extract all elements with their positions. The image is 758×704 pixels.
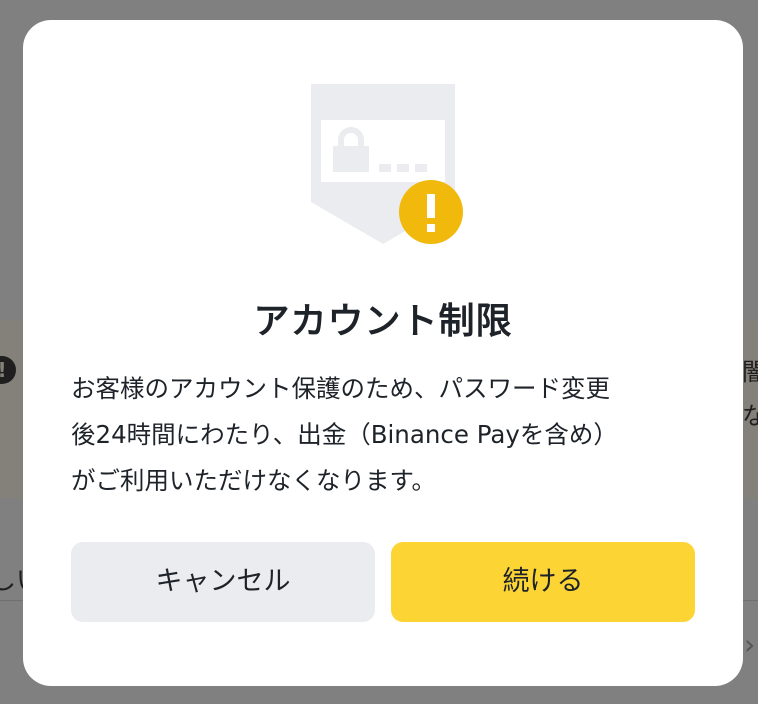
background-text-fragment: な: [742, 402, 758, 430]
dialog-title: アカウント制限: [253, 301, 513, 342]
dialog-message: お客様のアカウント保護のため、パスワード変更 後24時間にわたり、出金（Bina…: [71, 366, 701, 504]
account-restriction-dialog: アカウント制限 お客様のアカウント保護のため、パスワード変更 後24時間にわたり…: [23, 20, 743, 686]
background-text-fragment: 闇: [742, 358, 758, 386]
lock-warning-icon: [311, 84, 463, 244]
page: ! 闇 な しい › アカウント制限 お客様のアカウント保護のため、パスワード変…: [0, 0, 758, 704]
dialog-message-line: 後24時間にわたり、出金（Binance Payを含め）: [71, 420, 618, 449]
continue-button[interactable]: 続ける: [391, 542, 695, 622]
background-chevron-icon: ›: [744, 628, 756, 661]
dialog-message-line: お客様のアカウント保護のため、パスワード変更: [71, 374, 610, 403]
dialog-message-line: がご利用いただけなくなります。: [71, 466, 437, 495]
cancel-button[interactable]: キャンセル: [71, 542, 375, 622]
